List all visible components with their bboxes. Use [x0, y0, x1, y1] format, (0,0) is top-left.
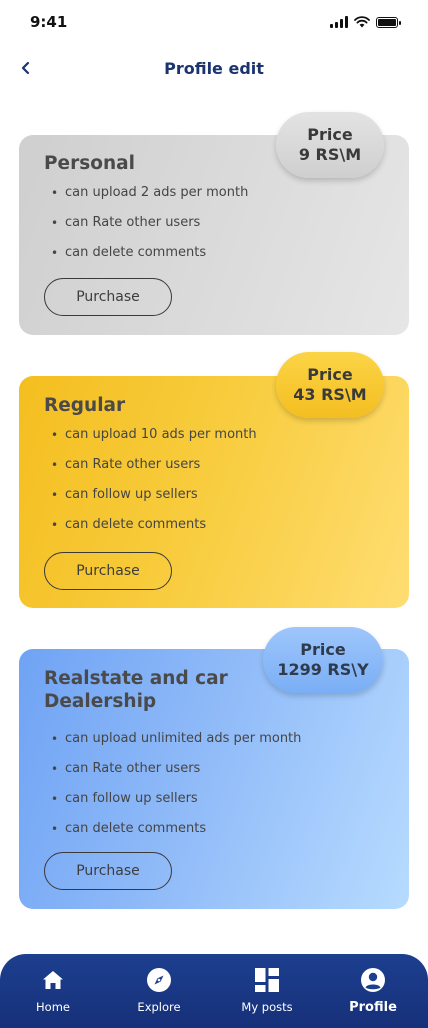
price-badge-regular: Price 43 RS\M — [276, 352, 384, 418]
nav-item-profile[interactable]: Profile — [328, 966, 418, 1015]
plan-title: Personal — [44, 153, 135, 174]
compass-icon — [145, 966, 173, 994]
price-value: 9 RS\M — [298, 145, 362, 164]
battery-icon — [376, 16, 401, 28]
purchase-button-regular[interactable]: Purchase — [44, 552, 172, 590]
bottom-navigation: Home Explore My posts Profile — [0, 954, 428, 1028]
header: Profile edit — [0, 50, 428, 90]
status-bar: 9:41 — [0, 0, 428, 44]
price-label: Price — [300, 640, 346, 659]
feature-item: can upload unlimited ads per month — [51, 731, 301, 761]
price-badge-dealership: Price 1299 RS\Y — [263, 627, 383, 693]
nav-label: Explore — [137, 1000, 181, 1014]
user-circle-icon — [359, 966, 387, 994]
feature-item: can delete comments — [51, 245, 248, 275]
feature-item: can delete comments — [51, 821, 301, 851]
price-label: Price — [307, 125, 353, 144]
plan-title-line: Dealership — [44, 691, 157, 712]
status-icons — [330, 16, 401, 28]
wifi-icon — [354, 16, 370, 28]
nav-label: My posts — [241, 1000, 293, 1014]
purchase-button-personal[interactable]: Purchase — [44, 278, 172, 316]
nav-item-my-posts[interactable]: My posts — [222, 966, 312, 1014]
feature-item: can delete comments — [51, 517, 257, 547]
plan-title-line: Realstate and car — [44, 668, 228, 689]
feature-item: can follow up sellers — [51, 487, 257, 517]
feature-item: can follow up sellers — [51, 791, 301, 821]
feature-item: can Rate other users — [51, 215, 248, 245]
nav-item-home[interactable]: Home — [8, 966, 98, 1014]
plan-title: Regular — [44, 395, 126, 416]
nav-label: Home — [36, 1000, 70, 1014]
nav-item-explore[interactable]: Explore — [114, 966, 204, 1014]
plan-title: Realstate and car Dealership — [44, 667, 228, 713]
feature-item: can upload 2 ads per month — [51, 185, 248, 215]
price-value: 1299 RS\Y — [277, 660, 369, 679]
feature-item: can Rate other users — [51, 761, 301, 791]
feature-list: can upload 10 ads per month can Rate oth… — [51, 427, 257, 547]
price-label: Price — [307, 365, 353, 384]
price-value: 43 RS\M — [293, 385, 367, 404]
status-time: 9:41 — [30, 13, 68, 31]
feature-item: can upload 10 ads per month — [51, 427, 257, 457]
feature-list: can upload 2 ads per month can Rate othe… — [51, 185, 248, 275]
price-badge-personal: Price 9 RS\M — [276, 112, 384, 178]
nav-label: Profile — [349, 1000, 397, 1015]
page-title: Profile edit — [164, 59, 264, 78]
feature-item: can Rate other users — [51, 457, 257, 487]
home-icon — [39, 966, 67, 994]
grid-icon — [253, 966, 281, 994]
feature-list: can upload unlimited ads per month can R… — [51, 731, 301, 851]
signal-icon — [330, 16, 348, 28]
purchase-button-dealership[interactable]: Purchase — [44, 852, 172, 890]
